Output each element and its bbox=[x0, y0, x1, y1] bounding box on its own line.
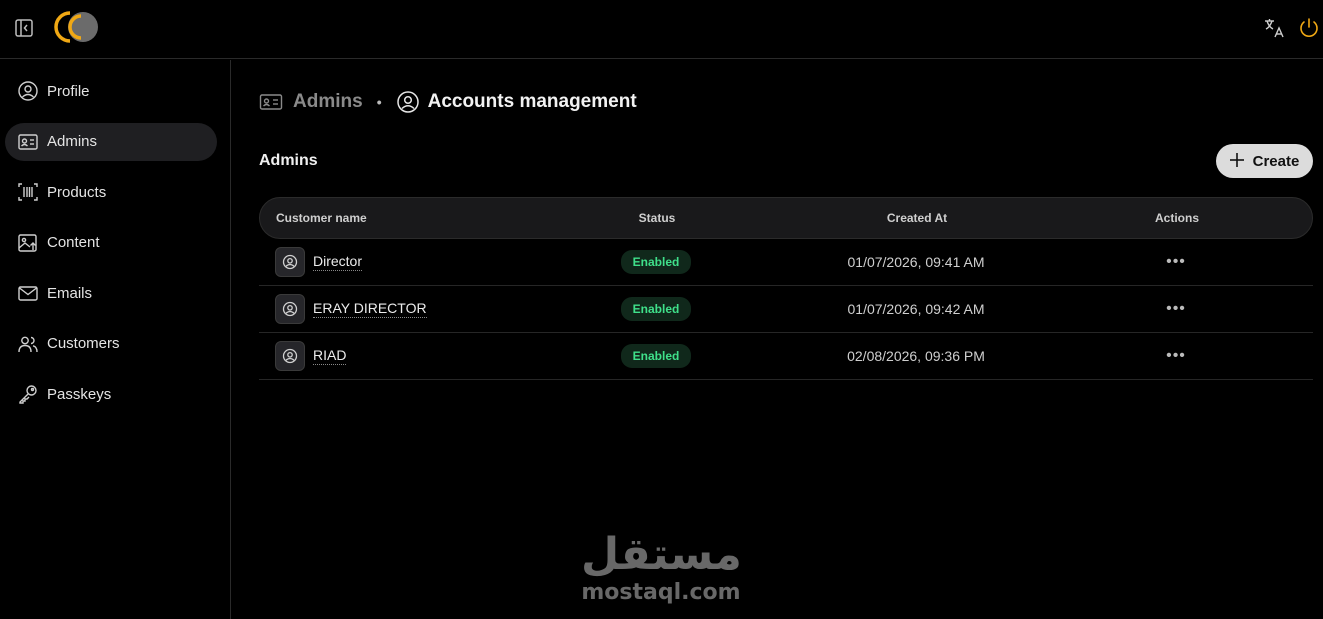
avatar bbox=[275, 294, 305, 324]
actions-cell: ••• bbox=[1061, 301, 1291, 317]
create-button[interactable]: Create bbox=[1216, 144, 1313, 178]
admin-name-link[interactable]: ERAY DIRECTOR bbox=[313, 300, 427, 318]
actions-cell: ••• bbox=[1061, 348, 1291, 364]
name-cell: ERAY DIRECTOR bbox=[259, 294, 541, 324]
more-actions-icon[interactable]: ••• bbox=[1166, 254, 1186, 270]
sidebar-item-products[interactable]: Products bbox=[5, 173, 217, 211]
more-actions-icon[interactable]: ••• bbox=[1166, 301, 1186, 317]
status-cell: Enabled bbox=[541, 250, 771, 274]
breadcrumb-parent[interactable]: Admins bbox=[293, 91, 363, 113]
users-icon bbox=[17, 333, 39, 355]
created-at: 01/07/2026, 09:42 AM bbox=[847, 301, 985, 317]
name-cell: Director bbox=[259, 247, 541, 277]
status-badge: Enabled bbox=[620, 297, 692, 321]
more-actions-icon[interactable]: ••• bbox=[1166, 348, 1186, 364]
actions-cell: ••• bbox=[1061, 254, 1291, 270]
sidebar-item-label: Profile bbox=[47, 82, 90, 100]
sidebar-item-profile[interactable]: Profile bbox=[5, 72, 217, 110]
translate-icon[interactable] bbox=[1262, 16, 1286, 40]
table-row: Director Enabled 01/07/2026, 09:41 AM ••… bbox=[259, 239, 1313, 286]
sidebar-item-label: Customers bbox=[47, 335, 120, 352]
admins-table: Customer name Status Created At Actions … bbox=[259, 197, 1313, 380]
table-row: RIAD Enabled 02/08/2026, 09:36 PM ••• bbox=[259, 333, 1313, 380]
watermark: مستقل mostaql.com bbox=[581, 529, 742, 606]
sidebar: Profile Admins Products Content Emails C… bbox=[0, 60, 231, 619]
plus-icon bbox=[1229, 151, 1244, 171]
avatar bbox=[275, 341, 305, 371]
image-upload-icon bbox=[17, 232, 39, 254]
admin-name-link[interactable]: Director bbox=[313, 253, 363, 271]
sidebar-toggle-icon[interactable] bbox=[14, 18, 34, 38]
status-cell: Enabled bbox=[541, 344, 771, 368]
watermark-latin: mostaql.com bbox=[581, 580, 741, 605]
sidebar-item-passkeys[interactable]: Passkeys bbox=[5, 375, 217, 413]
avatar bbox=[275, 247, 305, 277]
column-header-name: Customer name bbox=[276, 211, 367, 225]
sidebar-item-label: Content bbox=[47, 234, 100, 251]
status-cell: Enabled bbox=[541, 297, 771, 321]
id-card-icon bbox=[17, 131, 39, 153]
table-header: Customer name Status Created At Actions bbox=[259, 197, 1313, 239]
sidebar-item-label: Products bbox=[47, 183, 107, 201]
power-icon[interactable] bbox=[1298, 16, 1320, 40]
admin-name-link[interactable]: RIAD bbox=[313, 347, 347, 365]
logo[interactable] bbox=[48, 8, 100, 46]
status-badge: Enabled bbox=[620, 250, 692, 274]
status-badge: Enabled bbox=[620, 344, 692, 368]
sidebar-item-admins[interactable]: Admins bbox=[5, 122, 217, 161]
barcode-icon bbox=[17, 181, 39, 203]
breadcrumb-separator: • bbox=[376, 94, 382, 110]
sidebar-item-label: Emails bbox=[47, 284, 93, 302]
user-circle-icon bbox=[17, 80, 39, 102]
sidebar-item-content[interactable]: Content bbox=[5, 224, 217, 262]
page-title: Accounts management bbox=[427, 91, 637, 112]
sidebar-item-label: Admins bbox=[47, 133, 98, 150]
watermark-arabic: مستقل bbox=[581, 529, 742, 580]
column-header-created: Created At bbox=[886, 211, 948, 225]
key-icon bbox=[17, 383, 39, 405]
create-button-label: Create bbox=[1252, 152, 1300, 170]
sidebar-item-customers[interactable]: Customers bbox=[5, 325, 217, 363]
section-title: Admins bbox=[259, 152, 318, 169]
sidebar-item-label: Passkeys bbox=[47, 385, 112, 403]
id-card-icon bbox=[259, 90, 283, 114]
user-circle-icon bbox=[396, 90, 420, 114]
sidebar-item-emails[interactable]: Emails bbox=[5, 274, 217, 312]
column-header-status: Status bbox=[638, 211, 676, 225]
created-at: 02/08/2026, 09:36 PM bbox=[847, 348, 985, 364]
main-content: Admins • Accounts management Admins Crea… bbox=[231, 60, 1323, 619]
breadcrumb: Admins • Accounts management bbox=[259, 90, 637, 114]
created-at: 01/07/2026, 09:41 AM bbox=[847, 254, 985, 270]
mail-icon bbox=[17, 282, 39, 304]
table-row: ERAY DIRECTOR Enabled 01/07/2026, 09:42 … bbox=[259, 286, 1313, 333]
column-header-actions: Actions bbox=[1154, 211, 1199, 225]
top-bar bbox=[0, 0, 1323, 59]
name-cell: RIAD bbox=[259, 341, 541, 371]
